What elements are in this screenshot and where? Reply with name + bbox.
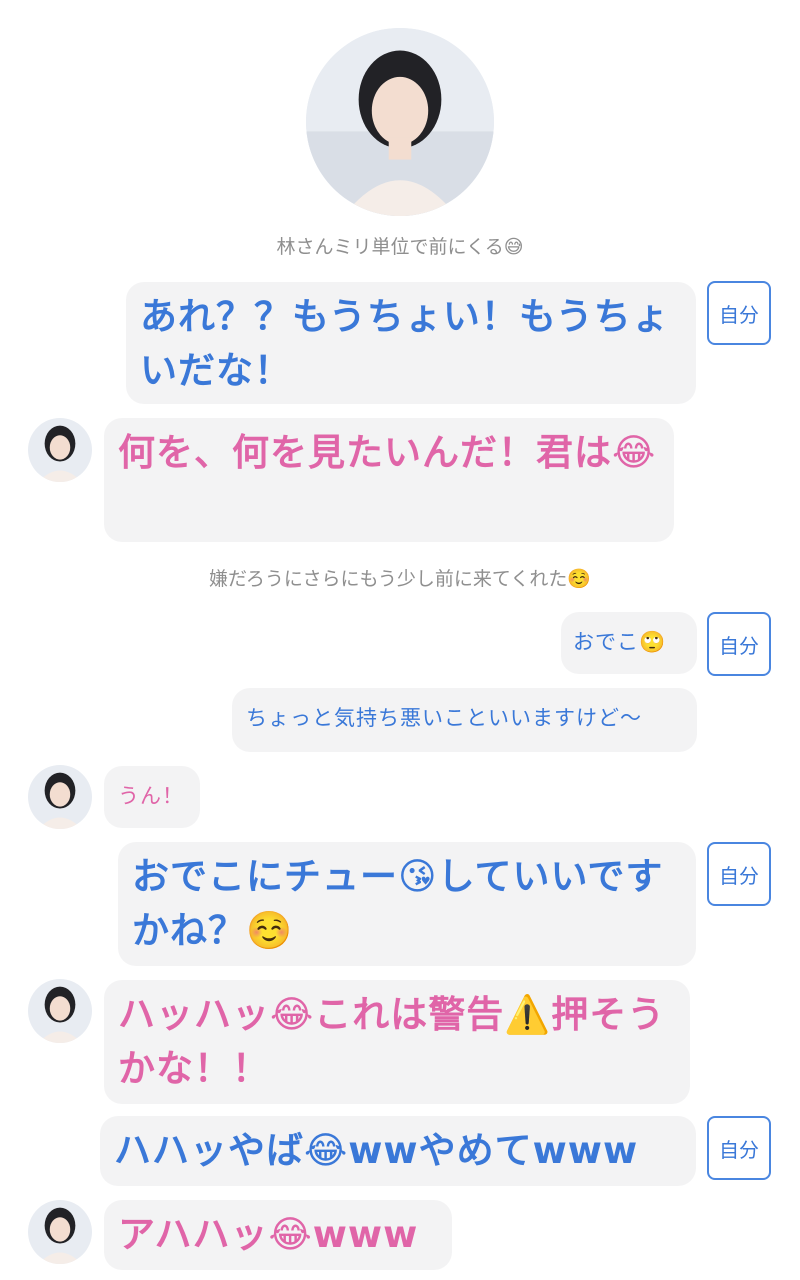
message-bubble: おでこにチュー😘していいですかね？☺️ bbox=[118, 842, 696, 966]
sender-avatar[interactable] bbox=[28, 979, 92, 1043]
message-text: おでこにチュー😘していいですかね？☺️ bbox=[132, 855, 664, 952]
sender-avatar[interactable] bbox=[28, 1200, 92, 1264]
message-text: ハハッやば😂wwやめてwww bbox=[114, 1129, 639, 1172]
profile-photo-icon bbox=[28, 979, 92, 1043]
narration-text: 嫌だろうにさらにもう少し前に来てくれた☺️ bbox=[209, 568, 591, 590]
message-bubble: おでこ🙄 bbox=[561, 612, 697, 674]
message-text: おでこ🙄 bbox=[573, 630, 667, 654]
profile-avatar[interactable] bbox=[306, 28, 494, 216]
profile-photo-icon bbox=[28, 418, 92, 482]
self-tag[interactable]: 自分 bbox=[707, 1116, 771, 1180]
narration-text: 林さんミリ単位で前にくる😅 bbox=[276, 236, 524, 258]
message-text: あれ？？もうちょい！もうちょいだな！ bbox=[140, 295, 670, 392]
message-bubble: 何を、何を見たいんだ！君は😂 bbox=[104, 418, 674, 542]
message-text: ハッハッ😂これは警告⚠️押そうかな！！ bbox=[118, 993, 666, 1090]
profile-photo-icon bbox=[28, 1200, 92, 1264]
self-tag[interactable]: 自分 bbox=[707, 842, 771, 906]
message-text: うん！ bbox=[118, 784, 184, 808]
message-bubble: ハハッやば😂wwやめてwww bbox=[100, 1116, 696, 1186]
message-bubble: うん！ bbox=[104, 766, 200, 828]
message-bubble: ハッハッ😂これは警告⚠️押そうかな！！ bbox=[104, 980, 690, 1104]
self-tag[interactable]: 自分 bbox=[707, 281, 771, 345]
chat-screen: 林さんミリ単位で前にくる😅 あれ？？もうちょい！もうちょいだな！ 自分 何を、何… bbox=[0, 0, 800, 1280]
profile-photo-icon bbox=[28, 765, 92, 829]
message-text: ちょっと気持ち悪いこといいますけど〜 bbox=[246, 706, 642, 730]
self-tag[interactable]: 自分 bbox=[707, 612, 771, 676]
message-bubble: あれ？？もうちょい！もうちょいだな！ bbox=[126, 282, 696, 404]
message-text: 何を、何を見たいんだ！君は😂 bbox=[118, 431, 657, 474]
message-bubble: ちょっと気持ち悪いこといいますけど〜 bbox=[232, 688, 697, 752]
sender-avatar[interactable] bbox=[28, 418, 92, 482]
message-text: アハハッ😂www bbox=[118, 1213, 419, 1256]
profile-photo-icon bbox=[306, 28, 494, 216]
message-bubble: アハハッ😂www bbox=[104, 1200, 452, 1270]
sender-avatar[interactable] bbox=[28, 765, 92, 829]
